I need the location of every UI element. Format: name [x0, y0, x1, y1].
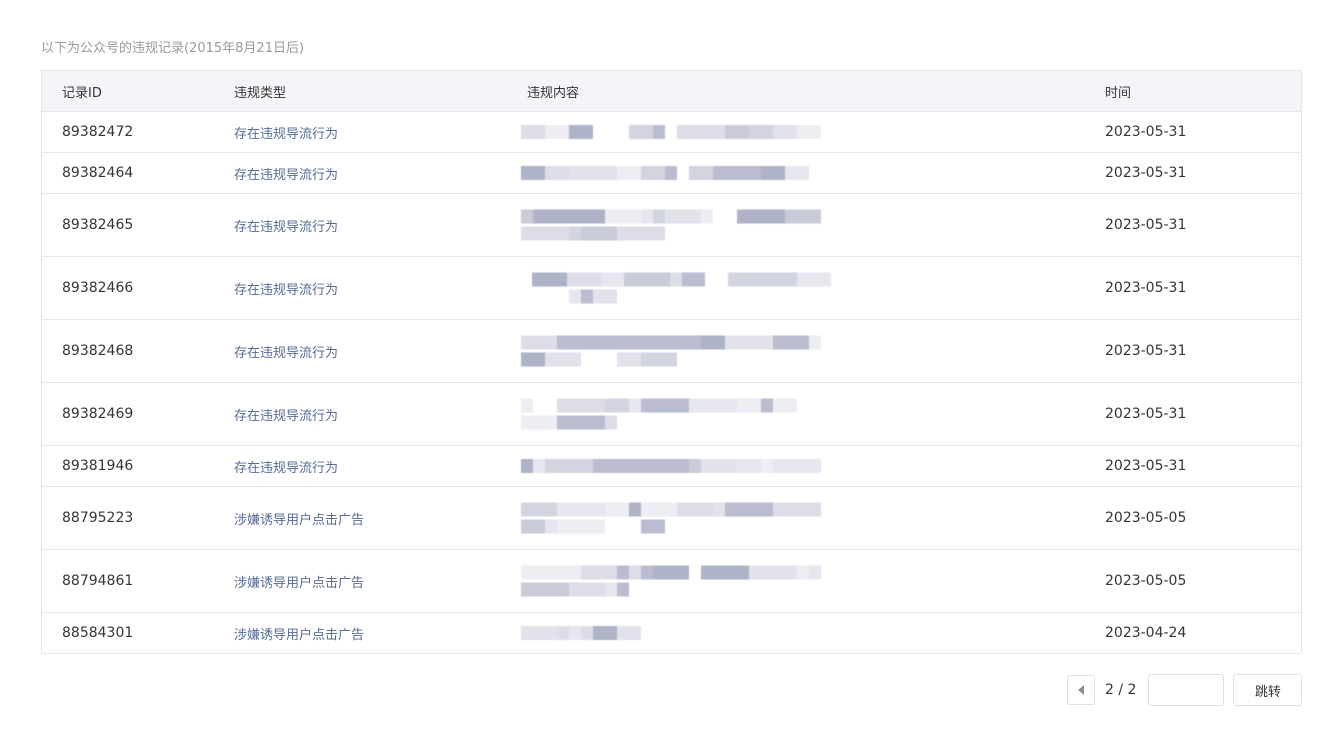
prev-page-button[interactable] [1067, 675, 1095, 705]
redacted-text-line [521, 125, 831, 139]
redacted-text-line [521, 415, 831, 430]
violation-type-link[interactable]: 存在违规导流行为 [234, 457, 527, 476]
redacted-text-line [521, 335, 831, 350]
record-id-cell: 88795223 [62, 510, 134, 526]
header-violation-type: 违规类型 [234, 85, 287, 101]
redacted-text-line [521, 519, 831, 534]
time-cell: 2023-05-31 [1105, 165, 1187, 181]
jump-button[interactable]: 跳转 [1233, 674, 1303, 706]
table-row: 89382464 存在违规导流行为 2023-05-31 [42, 153, 1301, 194]
redacted-text-line [521, 398, 831, 413]
violation-content-cell [521, 550, 1105, 612]
record-id-cell: 88794861 [62, 573, 134, 589]
time-cell: 2023-05-31 [1105, 217, 1187, 233]
redacted-text-line [521, 626, 831, 640]
violation-type-link[interactable]: 涉嫌诱导用户点击广告 [234, 572, 527, 591]
time-cell: 2023-05-31 [1105, 343, 1187, 359]
page-indicator: 2 / 2 [1105, 682, 1137, 698]
redacted-content [521, 563, 831, 600]
violation-type-link[interactable]: 存在违规导流行为 [234, 164, 527, 183]
page-jump-input[interactable] [1148, 674, 1225, 706]
header-time: 时间 [1105, 85, 1132, 101]
violation-content-cell [521, 446, 1105, 486]
time-cell: 2023-05-31 [1105, 406, 1187, 422]
time-cell: 2023-05-05 [1105, 573, 1187, 589]
time-cell: 2023-05-31 [1105, 280, 1187, 296]
table-row: 89382466 存在违规导流行为 2023-05-31 [42, 257, 1301, 320]
redacted-text-line [521, 352, 831, 367]
record-id-cell: 89382469 [62, 406, 134, 422]
redacted-content [521, 396, 831, 433]
redacted-text-line [521, 502, 831, 517]
violation-content-cell [521, 613, 1105, 653]
record-id-cell: 89382468 [62, 343, 134, 359]
redacted-content [521, 456, 831, 476]
table-row: 89381946 存在违规导流行为 2023-05-31 [42, 446, 1301, 487]
table-row: 89382468 存在违规导流行为 2023-05-31 [42, 320, 1301, 383]
violation-content-cell [521, 194, 1105, 256]
records-caption: 以下为公众号的违规记录(2015年8月21日后) [41, 41, 305, 56]
record-id-cell: 88584301 [62, 625, 134, 641]
table-header: 记录ID 违规类型 违规内容 时间 [42, 71, 1301, 112]
violation-type-link[interactable]: 存在违规导流行为 [234, 216, 527, 235]
table-row: 89382472 存在违规导流行为 2023-05-31 [42, 112, 1301, 153]
record-id-cell: 89382464 [62, 165, 134, 181]
redacted-content [521, 122, 831, 142]
redacted-text-line [521, 289, 831, 304]
redacted-content [521, 623, 831, 643]
table-row: 89382469 存在违规导流行为 2023-05-31 [42, 383, 1301, 446]
record-id-cell: 89381946 [62, 458, 134, 474]
redacted-content [521, 207, 831, 244]
record-id-cell: 89382465 [62, 217, 134, 233]
violation-type-link[interactable]: 涉嫌诱导用户点击广告 [234, 624, 527, 643]
redacted-text-line [521, 582, 831, 597]
violation-type-link[interactable]: 存在违规导流行为 [234, 405, 527, 424]
record-id-cell: 89382466 [62, 280, 134, 296]
violation-content-cell [521, 153, 1105, 193]
redacted-text-line [521, 226, 831, 241]
table-row: 88794861 涉嫌诱导用户点击广告 2023-05-05 [42, 550, 1301, 613]
redacted-content [521, 270, 832, 307]
table-row: 89382465 存在违规导流行为 2023-05-31 [42, 194, 1301, 257]
time-cell: 2023-05-31 [1105, 124, 1187, 140]
redacted-content [521, 163, 831, 183]
caret-left-icon [1078, 685, 1084, 695]
record-id-cell: 89382472 [62, 124, 134, 140]
violation-content-cell [521, 383, 1105, 445]
violation-type-link[interactable]: 存在违规导流行为 [234, 279, 527, 298]
redacted-text-line [521, 272, 832, 287]
pagination: 2 / 2 跳转 [1067, 674, 1303, 706]
header-violation-content: 违规内容 [527, 85, 580, 101]
violation-records-table: 记录ID 违规类型 违规内容 时间 89382472 存在违规导流行为 2023-0… [41, 70, 1302, 654]
violation-type-link[interactable]: 存在违规导流行为 [234, 342, 527, 361]
redacted-text-line [521, 209, 831, 224]
time-cell: 2023-05-31 [1105, 458, 1187, 474]
violation-content-cell [521, 487, 1105, 549]
redacted-text-line [521, 459, 831, 473]
redacted-text-line [521, 565, 831, 580]
table-row: 88795223 涉嫌诱导用户点击广告 2023-05-05 [42, 487, 1301, 550]
violation-content-cell [521, 320, 1105, 382]
violation-type-link[interactable]: 涉嫌诱导用户点击广告 [234, 509, 527, 528]
violation-content-cell [521, 257, 1105, 319]
redacted-text-line [521, 166, 831, 180]
header-record-id: 记录ID [62, 85, 102, 101]
violation-type-link[interactable]: 存在违规导流行为 [234, 123, 527, 142]
redacted-content [521, 333, 831, 370]
table-row: 88584301 涉嫌诱导用户点击广告 2023-04-24 [42, 613, 1301, 653]
redacted-content [521, 500, 831, 537]
time-cell: 2023-05-05 [1105, 510, 1187, 526]
time-cell: 2023-04-24 [1105, 625, 1187, 641]
violation-content-cell [521, 112, 1105, 152]
table-body: 89382472 存在违规导流行为 2023-05-31 89382464 存在违规导流… [42, 112, 1301, 653]
